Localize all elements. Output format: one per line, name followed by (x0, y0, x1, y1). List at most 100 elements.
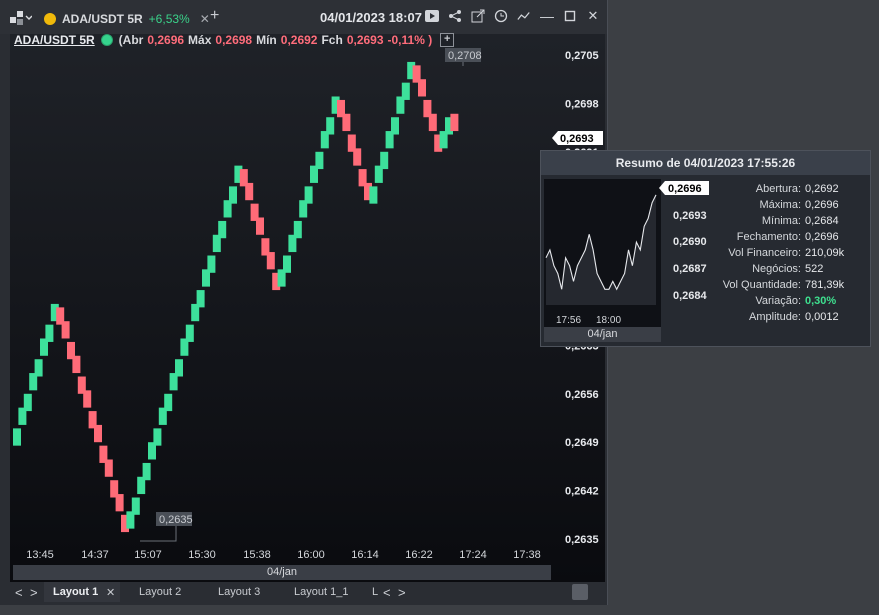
stat-value: 0,2692 (805, 183, 839, 195)
renko-brick (229, 186, 237, 204)
mini-y-tick: 0,2684 (673, 290, 708, 302)
x-tick-label: 16:14 (351, 549, 379, 561)
y-tick-label: 0,2698 (565, 98, 599, 110)
x-tick-label: 13:45 (26, 549, 54, 561)
stat-row: Máxima: 0,2696 (711, 197, 844, 213)
renko-brick (185, 324, 194, 342)
renko-brick (428, 113, 437, 132)
stat-label: Amplitude: (749, 311, 801, 323)
stat-row: Negócios: 522 (711, 261, 844, 277)
renko-brick (245, 182, 254, 201)
stat-row: Fechamento: 0,2696 (711, 229, 844, 245)
renko-brick (45, 324, 54, 342)
legend-change: -0,11% ) (387, 33, 433, 47)
stat-value: 210,09k (805, 247, 845, 259)
stat-value: 0,0012 (805, 311, 839, 323)
stat-row: Vol Quantidade: 781,39k (711, 277, 844, 293)
renko-brick (83, 390, 92, 408)
stat-label: Abertura: (755, 183, 801, 195)
stat-label: Vol Quantidade: (722, 279, 801, 291)
stat-row: Variação: 0,30% (711, 293, 844, 309)
mini-y-tick: 0,2687 (673, 263, 707, 275)
last-price-label: 0,2693 (560, 133, 594, 145)
renko-brick (104, 459, 113, 477)
stat-label: Fechamento: (736, 231, 801, 243)
y-tick-label: 0,2656 (565, 389, 599, 401)
y-tick-label: 0,2649 (565, 437, 599, 449)
high-marker-label: 0,2708 (448, 50, 482, 62)
x-tick-label: 15:07 (134, 549, 162, 561)
layout-tab-bar: < > Layout 1 ✕ Layout 2 Layout 3 Layout … (0, 582, 607, 604)
legend-high-label: Máx (188, 33, 212, 47)
stat-row: Vol Financeiro: 210,09k (711, 245, 844, 261)
renko-brick (34, 359, 43, 377)
renko-brick (115, 494, 124, 512)
layout-tab-close[interactable]: ✕ (106, 586, 115, 599)
legend-high: 0,2698 (215, 33, 253, 47)
stat-value: 0,2696 (805, 231, 839, 243)
renko-brick (142, 462, 151, 481)
x-tick-label: 16:00 (297, 549, 325, 561)
layout-scroll-left-button[interactable]: < (383, 585, 391, 600)
stat-row: Abertura: 0,2692 (711, 181, 844, 197)
layout-prev-button[interactable]: < (15, 585, 23, 600)
mini-price-label: 0,2696 (668, 183, 702, 195)
renko-brick (72, 355, 81, 374)
renko-brick (256, 217, 264, 235)
legend-close: 0,2693 (346, 33, 384, 47)
renko-brick (94, 424, 102, 443)
x-tick-label: 17:24 (459, 549, 487, 561)
renko-brick (131, 497, 140, 515)
summary-popup: Resumo de 04/01/2023 17:55:26 17:56 18:00… (540, 150, 871, 347)
legend-symbol[interactable]: ADA/USDT 5R (14, 33, 95, 47)
renko-brick (175, 359, 183, 377)
renko-brick (266, 252, 275, 270)
stat-label: Negócios: (752, 263, 801, 275)
layout-tab-5[interactable]: L (372, 586, 378, 598)
stat-label: Mínima: (761, 215, 801, 227)
renko-brick (380, 151, 389, 170)
renko-brick (353, 148, 362, 166)
x-tick-label: 15:38 (243, 549, 271, 561)
mini-chart: 17:56 18:00 (544, 179, 661, 333)
x-tick-label: 16:22 (405, 549, 433, 561)
renko-chart[interactable]: 0,27050,26980,26910,26840,26770,26700,26… (0, 0, 607, 582)
stat-label: Variação: (755, 295, 801, 307)
renko-brick (23, 393, 32, 412)
renko-brick (391, 117, 399, 135)
stat-value: 0,30% (805, 295, 837, 307)
price-legend: ADA/USDT 5R (Abr 0,2696 Máx 0,2698 Mín 0… (14, 33, 455, 47)
layout-tab-1[interactable]: Layout 1 (53, 586, 98, 598)
renko-brick (283, 255, 291, 273)
stat-row: Mínima: 0,2684 (711, 213, 844, 229)
x-tick-label: 15:30 (188, 549, 216, 561)
layout-next-button[interactable]: > (30, 585, 38, 600)
stat-label: Máxima: (759, 199, 801, 211)
legend-low-label: Mín (256, 33, 277, 47)
stat-label: Vol Financeiro: (728, 247, 801, 259)
layout-tab-3[interactable]: Layout 3 (218, 586, 260, 598)
renko-brick (326, 117, 335, 135)
layout-scroll-right-button[interactable]: > (398, 585, 406, 600)
legend-open: 0,2696 (147, 33, 185, 47)
stats-table: Abertura: 0,2692 Máxima: 0,2696 Mínima: 0,268… (711, 181, 844, 325)
mini-x-tick: 18:00 (596, 315, 621, 326)
legend-low: 0,2692 (280, 33, 318, 47)
mini-y-tick: 0,2690 (673, 236, 707, 248)
x-tick-label: 14:37 (81, 549, 109, 561)
corner-button[interactable] (572, 584, 588, 600)
layout-tab-2[interactable]: Layout 2 (139, 586, 181, 598)
layout-tab-4[interactable]: Layout 1_1 (294, 586, 348, 598)
renko-brick (153, 428, 162, 446)
mini-x-tick: 17:56 (556, 315, 581, 326)
renko-brick (13, 428, 21, 446)
renko-brick (401, 82, 410, 100)
stat-row: Amplitude: 0,0012 (711, 309, 844, 325)
mini-y-axis: 0,2696 0,2693 0,2690 0,2687 0,2684 (659, 181, 709, 302)
renko-brick (293, 220, 302, 239)
stat-value: 522 (805, 263, 824, 275)
legend-open-label: (Abr (118, 33, 144, 47)
renko-brick (418, 79, 426, 97)
mini-y-tick: 0,2693 (673, 210, 707, 222)
add-indicator-button[interactable]: + (440, 33, 455, 47)
